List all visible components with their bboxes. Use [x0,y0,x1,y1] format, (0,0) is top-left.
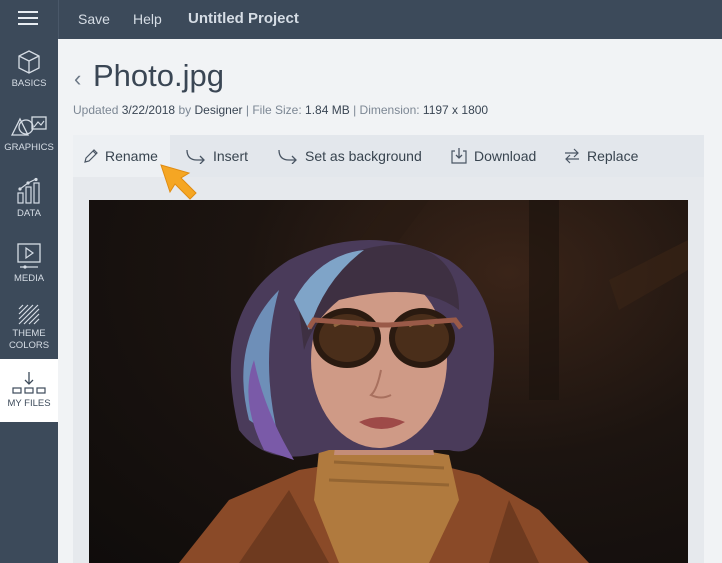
sidebar-item-label: DATA [17,208,41,219]
download-button[interactable]: Download [450,135,536,177]
sidebar-item-graphics[interactable]: GRAPHICS [0,113,58,171]
insert-label: Insert [213,148,249,164]
hamburger-menu-icon[interactable] [18,11,38,27]
file-size-label: File Size: [252,103,302,117]
play-icon [17,243,41,269]
dimension-label: Dimension: [359,103,420,117]
sidebar-item-label: COLORS [8,340,50,351]
sidebar: BASICS GRAPHICS DATA MEDIA THEME COLORS … [0,39,58,563]
rename-label: Rename [105,148,158,164]
topbar-divider [58,0,59,39]
download-label: Download [474,148,537,164]
image-preview-area [73,177,704,563]
download-files-icon [12,372,46,394]
by-label: by [178,103,192,117]
replace-label: Replace [587,148,639,164]
dimension-value: 1197 x 1800 [422,103,489,117]
sidebar-item-label: BASICS [11,78,47,89]
meta-separator: | [353,103,357,117]
pencil-icon [84,149,98,163]
meta-separator: | [245,103,249,117]
sidebar-item-label: MY FILES [7,398,51,409]
insert-arrow-icon [186,149,205,164]
sidebar-item-media[interactable]: MEDIA [0,242,58,300]
updated-date: 3/22/2018 [121,103,176,117]
cube-icon [18,50,40,74]
project-title[interactable]: Untitled Project [188,10,299,27]
file-title[interactable]: Photo.jpg [93,58,224,94]
updated-label: Updated [73,103,119,117]
help-button[interactable]: Help [133,11,162,27]
file-size-value: 1.84 MB [305,103,350,117]
save-button[interactable]: Save [78,11,110,27]
sidebar-item-label: THEME [12,328,46,339]
sidebar-item-basics[interactable]: BASICS [0,49,58,107]
pattern-icon [18,304,40,325]
insert-arrow-icon [278,149,297,164]
shapes-icon [10,116,47,136]
top-bar: Save Help Untitled Project [0,0,722,39]
cursor-arrow-icon [160,164,197,200]
file-meta: Updated 3/22/2018 by Designer | File Siz… [73,103,488,117]
main-content: ‹ Photo.jpg Updated 3/22/2018 by Designe… [58,39,722,563]
photo-preview [89,200,688,563]
sidebar-item-data[interactable]: DATA [0,177,58,235]
chart-icon [17,177,40,204]
sidebar-item-label: MEDIA [13,273,45,284]
set-as-background-label: Set as background [305,148,422,164]
sidebar-item-label: GRAPHICS [4,142,54,153]
replace-button[interactable]: Replace [563,135,638,177]
swap-arrows-icon [565,148,579,164]
download-icon [451,148,467,164]
portrait-illustration [179,200,688,563]
rename-button[interactable]: Rename [73,135,170,177]
set-as-background-button[interactable]: Set as background [277,135,422,177]
sidebar-item-my-files[interactable]: MY FILES [0,359,58,422]
sidebar-item-theme-colors[interactable]: THEME COLORS [0,303,58,357]
author-name: Designer [194,103,243,117]
back-chevron-icon[interactable]: ‹ [74,66,81,92]
